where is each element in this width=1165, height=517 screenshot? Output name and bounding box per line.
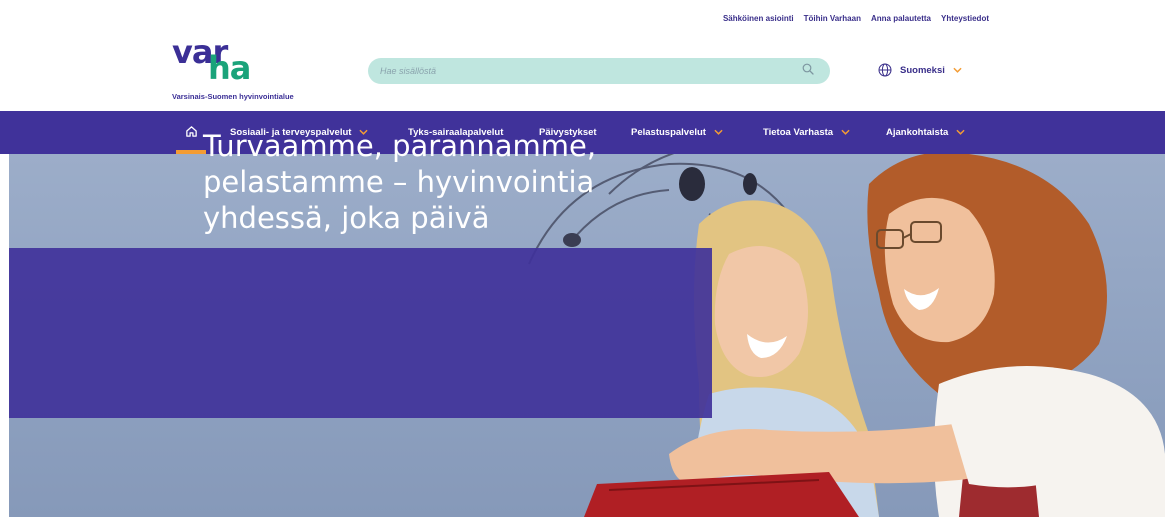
utility-link-e-services[interactable]: Sähköinen asiointi	[723, 14, 794, 23]
nav-home[interactable]	[176, 111, 206, 154]
home-icon	[185, 125, 198, 141]
utility-link-feedback[interactable]: Anna palautetta	[871, 14, 931, 23]
logo-word-ha: ha	[208, 49, 251, 87]
globe-icon	[878, 63, 892, 77]
search-input[interactable]	[380, 66, 802, 76]
utility-nav: Sähköinen asiointi Töihin Varhaan Anna p…	[723, 14, 989, 23]
nav-item-news[interactable]: Ajankohtaista	[886, 111, 965, 154]
hero-title: Turvaamme, parannamme, pelastamme – hyvi…	[203, 129, 597, 235]
nav-item-label: Ajankohtaista	[886, 127, 949, 138]
chevron-down-icon	[841, 127, 850, 138]
chevron-down-icon	[956, 127, 965, 138]
nav-item-label: Tietoa Varhasta	[763, 127, 834, 138]
utility-link-careers[interactable]: Töihin Varhaan	[804, 14, 861, 23]
nav-item-about[interactable]: Tietoa Varhasta	[763, 111, 850, 154]
utility-link-contact[interactable]: Yhteystiedot	[941, 14, 989, 23]
search-bar	[368, 58, 830, 84]
chevron-down-icon	[953, 67, 962, 73]
language-label: Suomeksi	[900, 64, 945, 76]
site-logo[interactable]: var ha Varsinais-Suomen hyvinvointialue	[172, 36, 342, 101]
chevron-down-icon	[714, 127, 723, 138]
search-icon[interactable]	[802, 62, 818, 80]
hero-overlay-panel	[9, 248, 712, 418]
language-selector[interactable]: Suomeksi	[878, 63, 962, 77]
logo-subtitle: Varsinais-Suomen hyvinvointialue	[172, 92, 294, 101]
